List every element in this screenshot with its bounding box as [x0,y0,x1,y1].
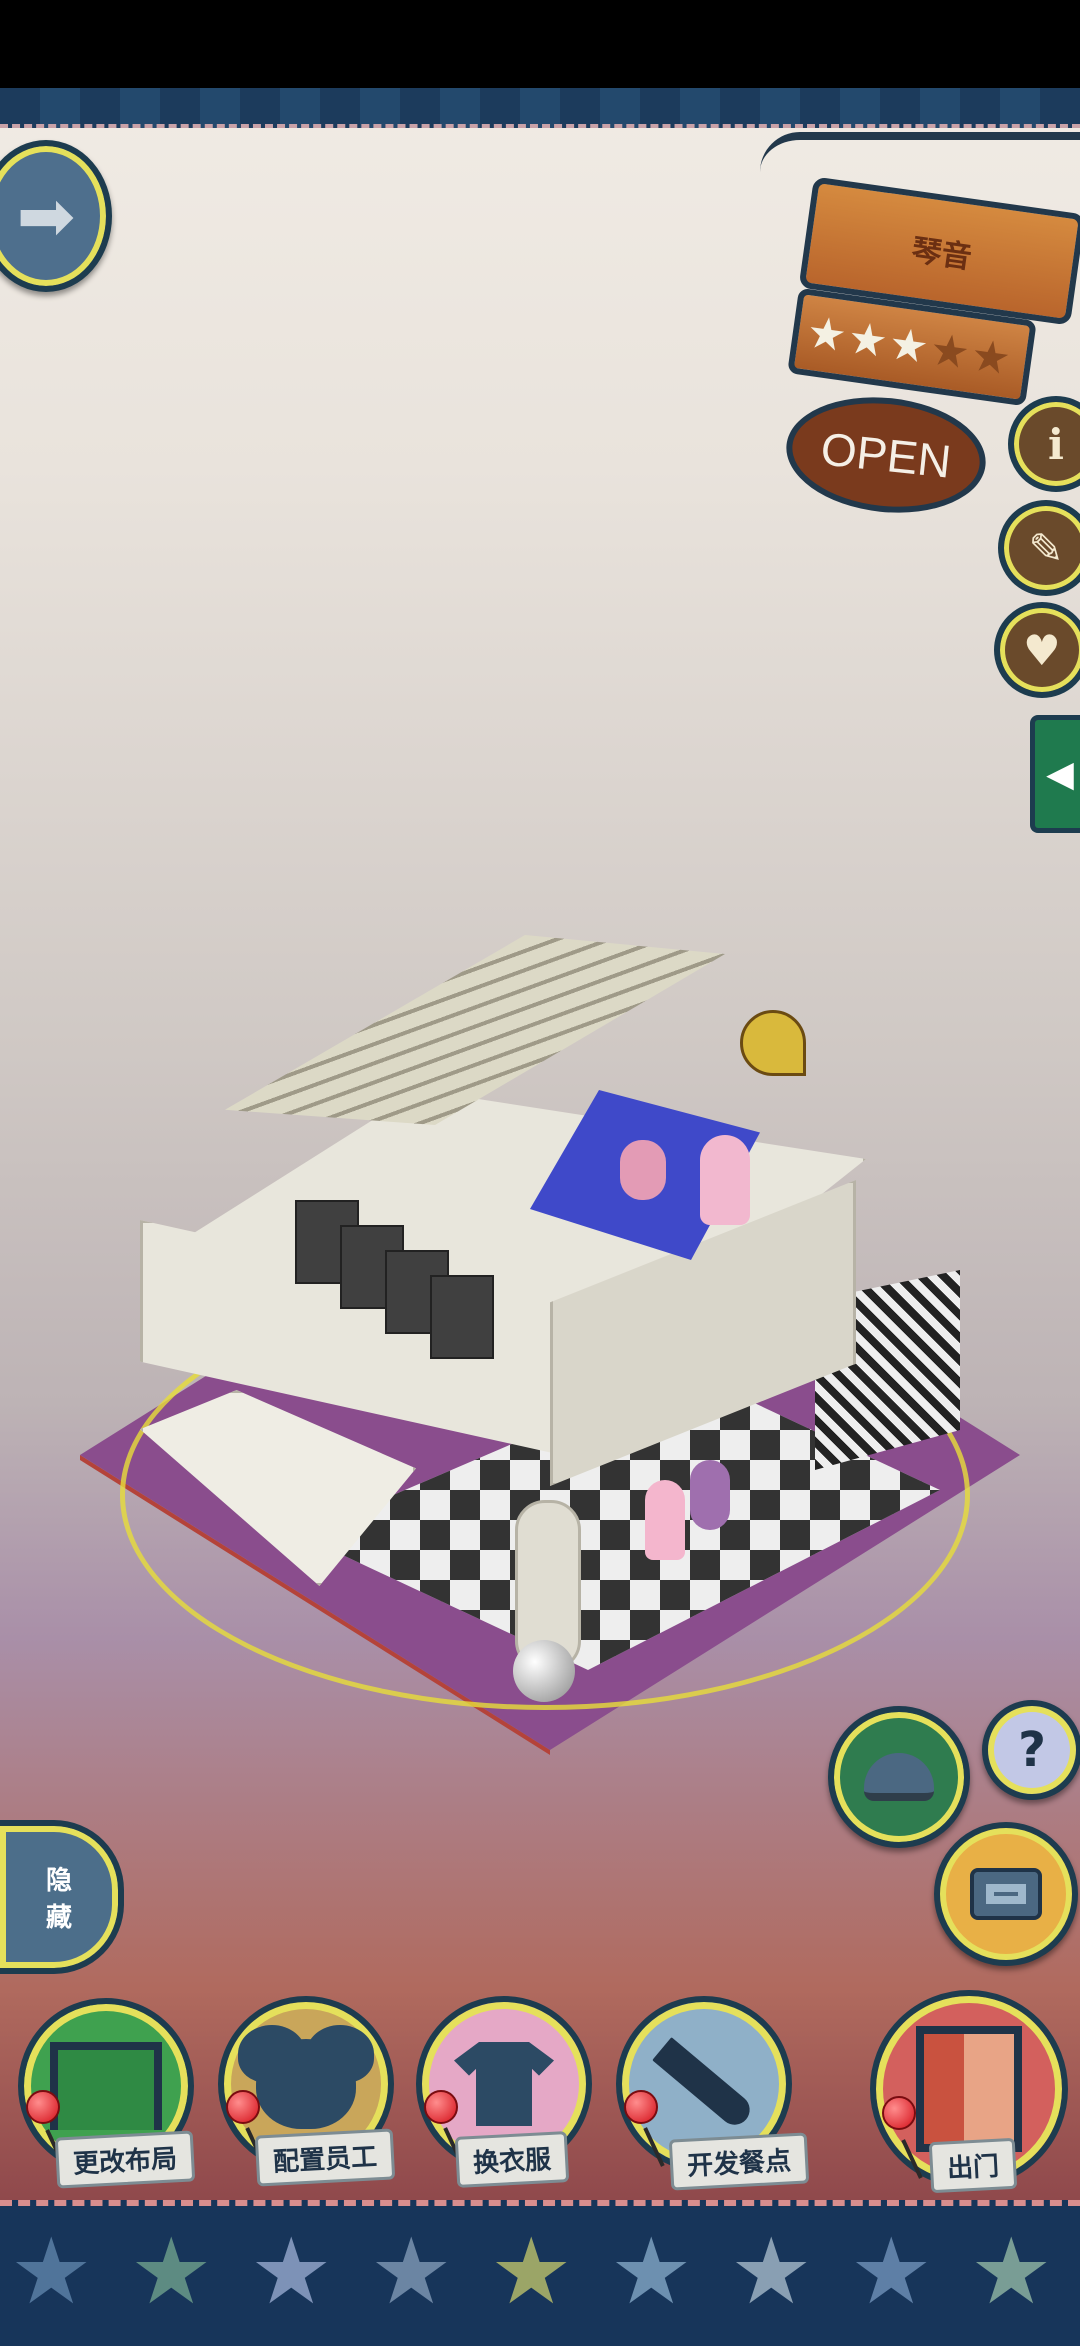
disco-ball [513,1640,575,1702]
arrow-right-icon: ➡ [16,175,76,257]
staff-text: 配置员工 [272,2142,378,2178]
sign-bracket [760,132,1080,200]
star-icon: ★ [844,312,891,369]
outfit-text: 换衣服 [472,2144,552,2180]
book-icon: ✎ [1028,523,1064,573]
camera-icon [970,1868,1042,1920]
hide-ui-button[interactable]: 隐 藏 [0,1820,124,1974]
staff-label: 配置员工 [254,2128,396,2187]
pin-icon [424,2090,458,2124]
door-exit-icon [916,2026,1022,2152]
table-icon [50,2042,162,2130]
character-sprite [700,1135,750,1225]
game-scene: ➡ 琴音 ★ ★ ★ ★ ★ OPEN i ✎ ♥ ◀ ? 隐 藏 更改布局 配… [0,0,1080,2346]
open-status-sign[interactable]: OPEN [780,387,992,523]
pin-icon [624,2090,658,2124]
outfit-label: 换衣服 [454,2131,570,2188]
change-layout-text: 更改布局 [72,2144,178,2180]
star-decoration-icon: ★ [850,2218,933,2325]
character-sprite [620,1140,666,1200]
bowler-hat-icon [864,1753,934,1801]
hat-button[interactable] [828,1706,970,1848]
star-decoration-icon: ★ [130,2218,213,2325]
chevron-left-icon: ◀ [1046,753,1074,795]
star-decoration-icon: ★ [490,2218,573,2325]
side-panel-tab[interactable]: ◀ [1030,715,1080,833]
slatted-roof [225,935,725,1125]
speaker [430,1275,494,1359]
go-out-label: 出门 [928,2137,1018,2194]
hide-label-2: 藏 [45,1903,72,1933]
star-decoration-icon: ★ [610,2218,693,2325]
star-icon: ★ [803,306,850,363]
heart-chat-icon: ♥ [1023,625,1061,675]
help-button[interactable]: ? [982,1700,1080,1800]
star-decoration-icon: ★ [370,2218,453,2325]
favorite-button[interactable]: ♥ [994,602,1080,698]
star-decoration-icon: ★ [10,2218,93,2325]
change-layout-label: 更改布局 [54,2130,196,2189]
star-decoration-icon: ★ [250,2218,333,2325]
shirt-icon [454,2042,554,2126]
top-star-border [0,88,1080,128]
status-bar [0,0,1080,88]
help-icon: ? [1018,1722,1046,1778]
bear-icon [256,2039,356,2129]
menu-development-text: 开发餐点 [686,2146,792,2182]
character-sprite [690,1460,730,1530]
star-decoration-icon: ★ [970,2218,1053,2325]
star-decoration-icon: ★ [730,2218,813,2325]
go-out-text: 出门 [946,2151,1000,2185]
recipe-book-button[interactable]: ✎ [998,500,1080,596]
bottom-star-border: ★ ★ ★ ★ ★ ★ ★ ★ ★ [0,2200,1080,2346]
open-status-text: OPEN [818,422,954,488]
star-icon: ★ [885,318,932,375]
shop-name: 琴音 [909,232,974,276]
star-empty-icon: ★ [967,329,1014,386]
pin-icon [882,2096,916,2130]
camera-button[interactable] [934,1822,1078,1966]
knife-icon [652,2037,756,2131]
back-button[interactable]: ➡ [0,140,112,292]
menu-development-label: 开发餐点 [668,2132,810,2191]
hide-label-1: 隐 [45,1866,72,1896]
pin-icon [26,2090,60,2124]
pin-icon [226,2090,260,2124]
info-button[interactable]: i [1008,396,1080,492]
info-icon: i [1048,419,1064,469]
star-empty-icon: ★ [926,323,973,380]
character-sprite [645,1480,685,1560]
gramophone [740,1010,806,1076]
